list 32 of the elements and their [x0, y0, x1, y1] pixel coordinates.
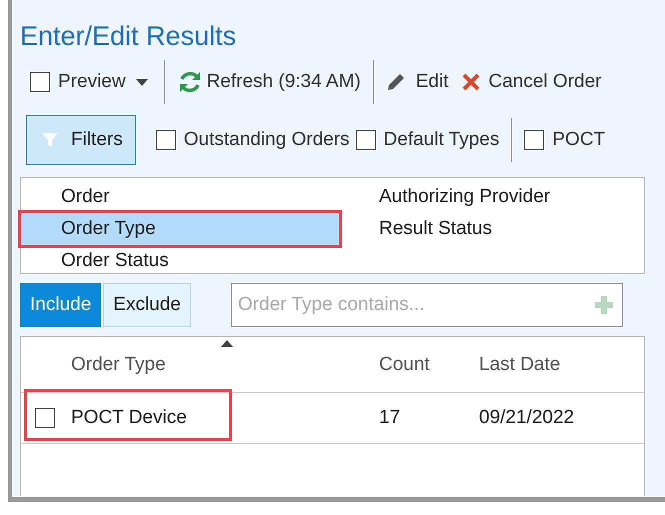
funnel-icon	[41, 131, 59, 149]
column-header[interactable]: Order Type	[21, 354, 379, 376]
caret-icon[interactable]	[136, 78, 148, 86]
filters-button[interactable]: Filters	[26, 115, 136, 165]
filter-field-item[interactable]: Result Status	[339, 213, 639, 245]
filter-field-item[interactable]: Order	[21, 181, 339, 213]
table-cell-text: POCT Device	[71, 407, 188, 429]
checkbox-label: Default Types	[384, 129, 500, 151]
mode-tab[interactable]: Include	[20, 283, 102, 327]
checkbox[interactable]	[524, 130, 544, 150]
table-cell-text: 09/21/2022	[479, 407, 576, 429]
checkbox[interactable]	[30, 72, 50, 92]
cancel-order-button[interactable]: Cancel Order	[488, 71, 602, 93]
search-field[interactable]: Order Type contains...	[230, 283, 623, 327]
row-checkbox[interactable]	[35, 408, 55, 428]
checkbox-label: POCT	[552, 129, 606, 151]
checkbox[interactable]	[356, 130, 376, 150]
checkbox-label: Outstanding Orders	[184, 129, 350, 151]
filter-field-item[interactable]: Order Status	[21, 245, 339, 277]
close-icon[interactable]	[460, 72, 480, 92]
refresh-button[interactable]: Refresh (9:34 AM)	[206, 71, 361, 93]
filter-field-item[interactable]: Order Type	[21, 213, 339, 245]
column-header[interactable]: Last Date	[479, 354, 619, 376]
pencil-icon[interactable]	[386, 72, 406, 92]
mode-tab[interactable]: Exclude	[103, 283, 191, 327]
table-cell-text: 17	[379, 407, 402, 429]
checkbox[interactable]	[156, 130, 176, 150]
checkbox-label: Preview	[58, 71, 126, 93]
window-title: Enter/Edit Results	[19, 20, 238, 53]
filter-field-item[interactable]: Authorizing Provider	[339, 181, 639, 213]
column-header[interactable]: Count	[379, 354, 479, 376]
edit-button[interactable]: Edit	[416, 71, 448, 93]
